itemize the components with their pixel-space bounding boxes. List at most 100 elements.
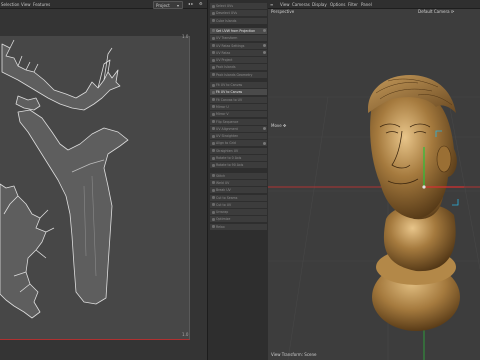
command-label: Weld UV	[216, 180, 230, 185]
command-icon	[211, 203, 215, 207]
command-button[interactable]: Optimize	[210, 216, 267, 223]
command-icon	[211, 58, 215, 62]
command-label: Mirror U	[216, 104, 229, 109]
uv-tick-bottom-right: 1.0	[182, 332, 189, 337]
command-icon	[211, 188, 215, 192]
command-label: UV Relax	[216, 50, 231, 55]
command-button[interactable]: UV Relax	[210, 49, 267, 56]
command-label: UV Relax Settings	[216, 43, 245, 48]
command-label: Align to Grid	[216, 141, 236, 146]
command-button[interactable]: Weld UV	[210, 179, 267, 186]
command-button[interactable]: Flip Sequence	[210, 118, 267, 125]
command-label: Stitch	[216, 173, 226, 178]
view-menu-icon[interactable]: ≡	[270, 2, 273, 7]
command-button[interactable]: Relax	[210, 223, 267, 230]
command-label: Pack Islands Geometry	[216, 72, 253, 77]
command-icon	[211, 217, 215, 221]
settings-dot-icon[interactable]	[263, 127, 266, 131]
command-button[interactable]: Cut to Seams	[210, 194, 267, 201]
command-label: UV Transform	[216, 36, 238, 41]
command-button[interactable]: Set UVW from Projection	[210, 27, 267, 34]
command-icon	[211, 36, 215, 40]
command-icon	[211, 90, 215, 94]
command-button[interactable]: Deselect UVs	[210, 10, 267, 17]
uv-project-select[interactable]: Project ▾	[153, 1, 183, 9]
command-icon	[211, 4, 215, 8]
bust-ear	[436, 145, 452, 173]
command-button[interactable]: UV Relax Settings	[210, 42, 267, 49]
uv-project-select-value: Project	[156, 3, 170, 8]
uv-menu-view[interactable]: View	[21, 2, 31, 7]
command-icon	[211, 65, 215, 69]
command-label: Mirror V	[216, 112, 229, 117]
command-button[interactable]: Stitch	[210, 172, 267, 179]
viewport-menu-filter[interactable]: Filter	[348, 2, 358, 7]
command-label: Optimize	[216, 217, 231, 222]
command-icon	[211, 141, 215, 145]
viewport-scene	[268, 75, 480, 360]
command-button[interactable]: Unwrap	[210, 209, 267, 216]
viewport-menu-cameras[interactable]: Cameras	[292, 2, 310, 7]
command-button[interactable]: Mirror U	[210, 103, 267, 110]
command-button[interactable]: Cube Islands	[210, 17, 267, 24]
command-button[interactable]: Fit Canvas to UV	[210, 96, 267, 103]
command-label: UV Project	[216, 58, 233, 63]
viewport-3d[interactable]: Perspective Default Camera ⟳ Move ✥ View…	[268, 9, 480, 360]
settings-dot-icon[interactable]	[263, 141, 266, 145]
uv-menu-selection[interactable]: Selection	[1, 2, 19, 7]
command-label: Fit UV to Canvas	[216, 83, 243, 87]
command-icon	[211, 134, 215, 138]
uv-islands	[0, 39, 129, 319]
command-button[interactable]: Mirror V	[210, 111, 267, 118]
command-icon	[211, 73, 215, 77]
viewport-menubar: ≡ View Cameras Display Options Filter Pa…	[268, 0, 480, 9]
command-button[interactable]: Cut to UV	[210, 201, 267, 208]
command-label: Fit UV to Canvas	[216, 90, 243, 95]
viewport-camera-name[interactable]: Default Camera ⟳	[418, 9, 454, 14]
command-icon	[211, 19, 215, 23]
command-icon	[211, 83, 215, 87]
command-label: Unwrap	[216, 210, 229, 215]
command-button[interactable]: UV Transform	[210, 35, 267, 42]
uv-tick-top-right: 1.0	[182, 34, 189, 39]
command-button[interactable]: UV Project	[210, 57, 267, 64]
viewport-menu-display[interactable]: Display	[312, 2, 327, 7]
viewport-menu-options[interactable]: Options	[330, 2, 345, 7]
viewport-menu-panel[interactable]: Panel	[361, 2, 372, 7]
command-button[interactable]: UV Alignment	[210, 125, 267, 132]
command-icon	[211, 120, 215, 123]
uv-canvas[interactable]: 1.0 1.0	[0, 34, 190, 340]
command-panel: Select UVs Deselect UVs Cube Islands Set UV…	[207, 0, 269, 360]
command-label: UV Straighten	[216, 134, 239, 139]
command-button[interactable]: Break UV	[210, 187, 267, 194]
settings-dot-icon[interactable]	[263, 51, 266, 55]
command-button[interactable]: Pack Islands Geometry	[210, 71, 267, 78]
uv-menu-features[interactable]: Features	[33, 2, 50, 7]
command-icon	[211, 98, 215, 102]
command-icon	[211, 112, 215, 116]
command-icon	[211, 11, 215, 15]
command-button[interactable]: Pack Islands	[210, 64, 267, 71]
command-label: Flip Sequence	[216, 119, 239, 124]
command-button[interactable]: Fit UV to Canvas	[210, 82, 267, 88]
command-button[interactable]: Fit UV to Canvas	[210, 89, 267, 96]
command-label: Rotate to 0 Axis	[216, 156, 242, 160]
command-button[interactable]: Rotate to 90 Axis	[210, 162, 267, 169]
settings-dot-icon[interactable]	[263, 44, 266, 47]
command-button[interactable]: Select UVs	[210, 3, 267, 9]
nav-arrows-icon[interactable]: ◂ ▸	[188, 1, 193, 6]
command-label: Cube Islands	[216, 18, 237, 23]
command-label: UV Alignment	[216, 126, 238, 131]
command-icon	[211, 29, 215, 33]
command-icon	[211, 44, 215, 47]
command-icon	[211, 163, 215, 167]
uv-viewport[interactable]: 1.0 1.0	[0, 9, 207, 360]
command-button[interactable]: Straighten UV	[210, 147, 267, 154]
settings-icon[interactable]: ⚙	[199, 1, 203, 6]
viewport-menu-view[interactable]: View	[280, 2, 290, 7]
command-button[interactable]: UV Straighten	[210, 133, 267, 140]
command-button[interactable]: Rotate to 0 Axis	[210, 155, 267, 161]
command-button[interactable]: Align to Grid	[210, 140, 267, 147]
command-icon	[211, 51, 215, 55]
settings-dot-icon[interactable]	[263, 29, 266, 33]
